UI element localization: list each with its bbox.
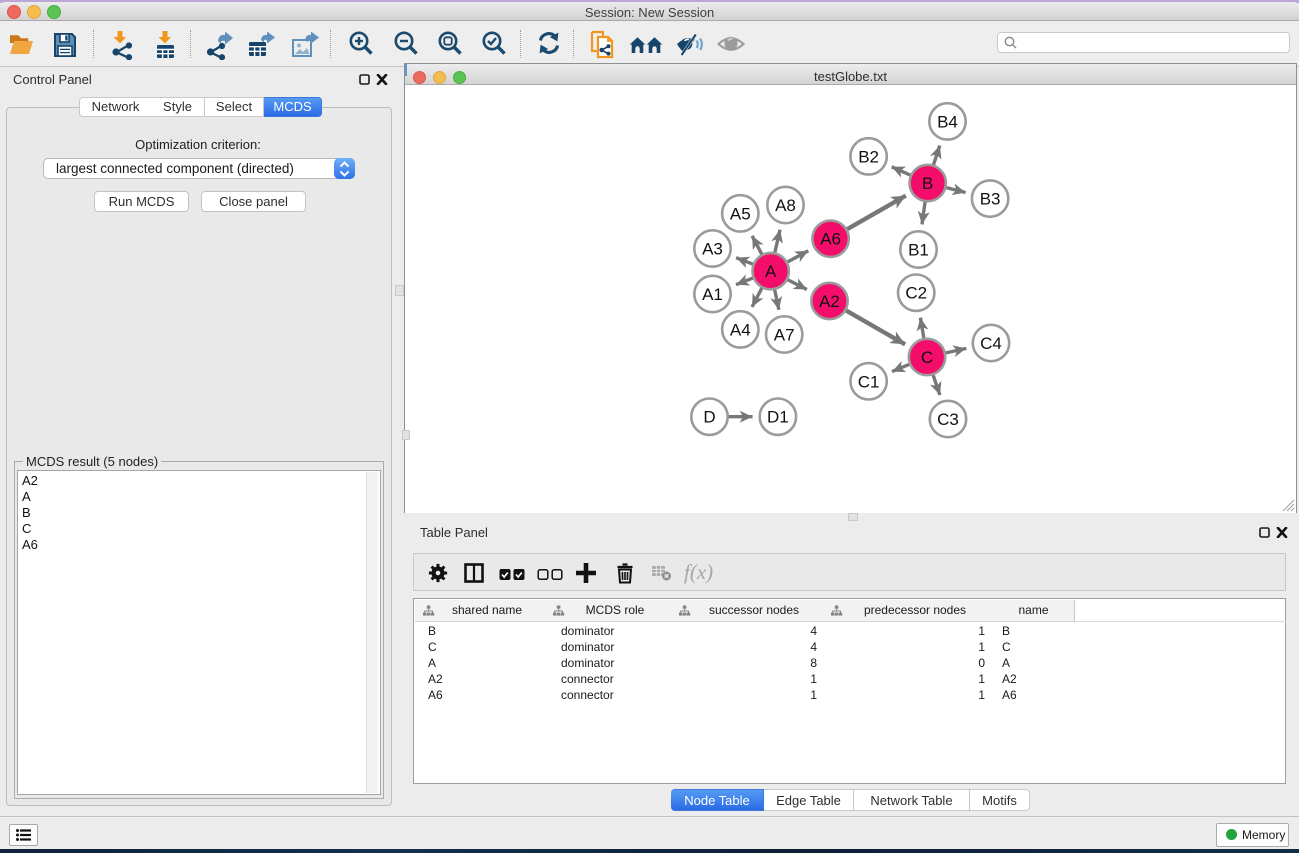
svg-text:B3: B3 (980, 190, 1001, 209)
svg-text:A: A (765, 262, 777, 281)
svg-text:A5: A5 (730, 204, 751, 223)
svg-text:A8: A8 (775, 196, 796, 215)
svg-text:B1: B1 (908, 241, 929, 260)
svg-text:A6: A6 (820, 230, 841, 249)
svg-text:A1: A1 (702, 285, 723, 304)
svg-text:C1: C1 (858, 372, 880, 391)
svg-text:A2: A2 (819, 292, 840, 311)
svg-text:B: B (922, 174, 933, 193)
svg-text:C3: C3 (937, 410, 959, 429)
svg-text:A4: A4 (730, 320, 751, 339)
svg-text:B2: B2 (858, 147, 879, 166)
svg-text:C: C (921, 348, 933, 367)
svg-text:D1: D1 (767, 408, 789, 427)
svg-text:B4: B4 (937, 112, 958, 131)
svg-text:D: D (703, 408, 715, 427)
svg-text:C4: C4 (980, 334, 1002, 353)
svg-text:C2: C2 (905, 284, 927, 303)
svg-text:A7: A7 (774, 326, 795, 345)
svg-text:A3: A3 (702, 240, 723, 259)
